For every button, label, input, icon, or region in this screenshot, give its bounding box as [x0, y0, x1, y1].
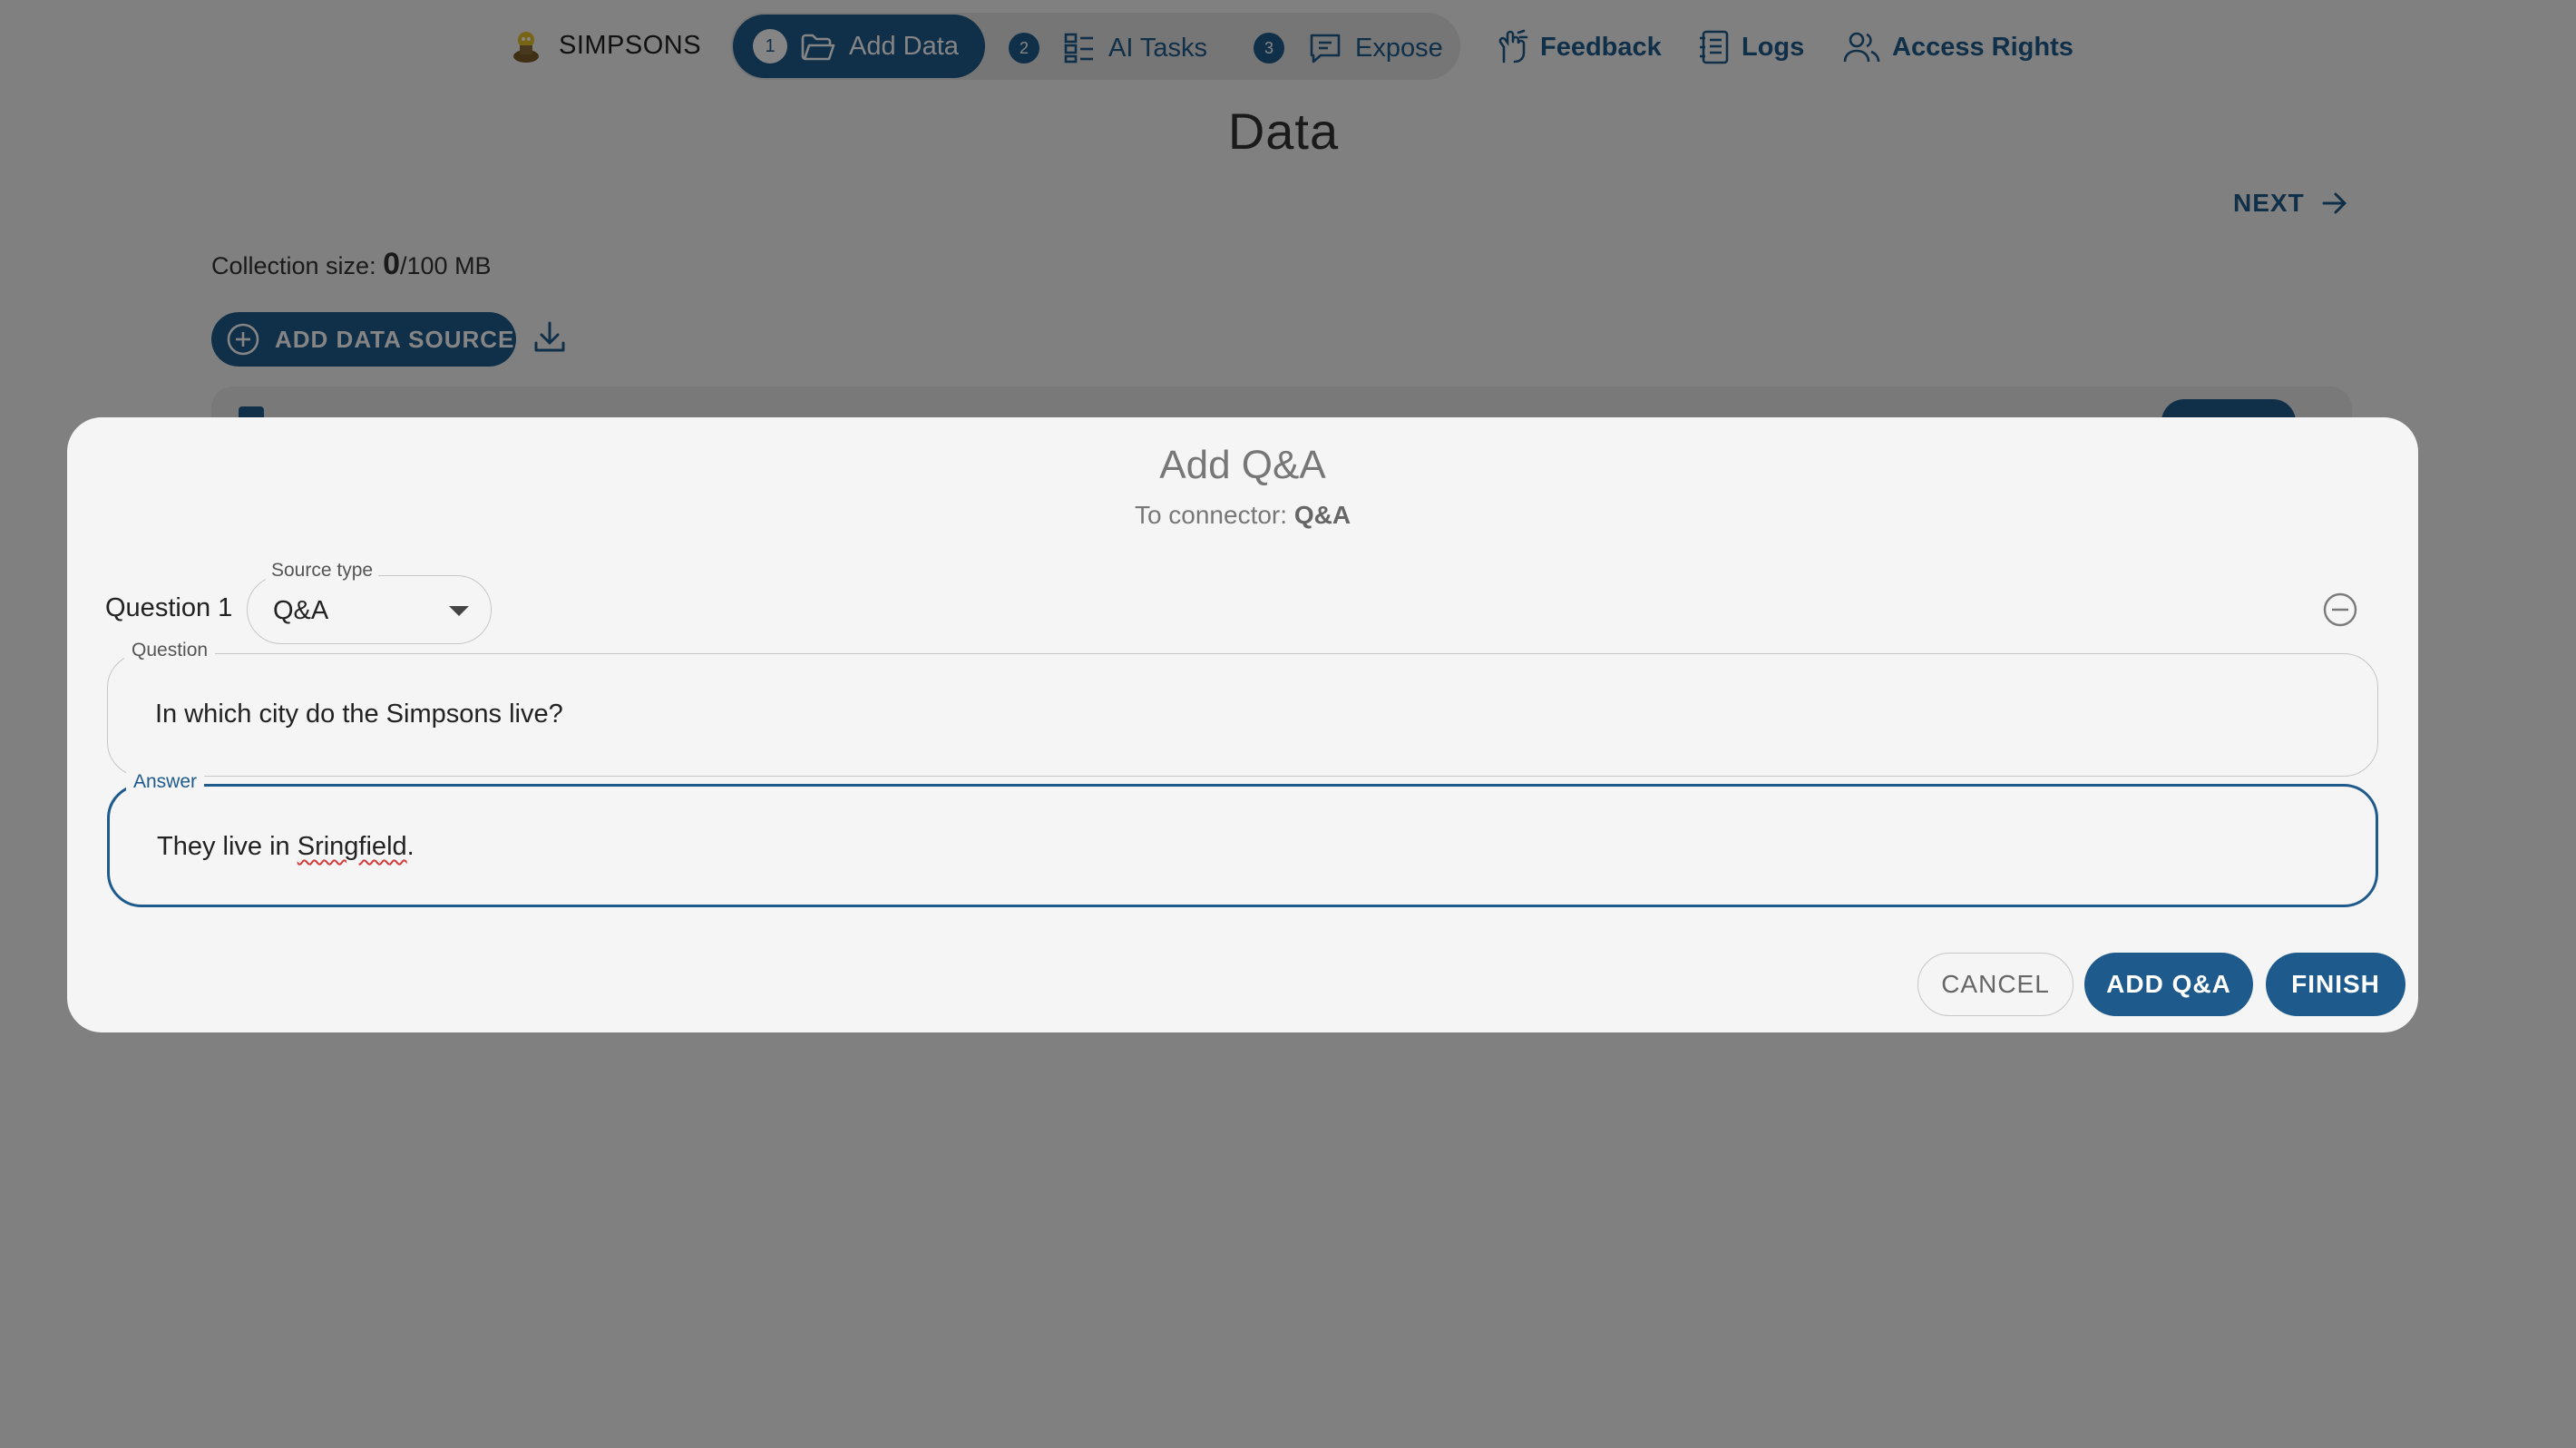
minus-circle-icon — [2323, 592, 2357, 627]
add-qa-button[interactable]: ADD Q&A — [2084, 953, 2253, 1016]
caret-down-icon — [449, 606, 469, 616]
answer-value: They live in Sringfield. — [157, 832, 415, 862]
dialog-title: Add Q&A — [1159, 443, 1326, 487]
spellcheck-word[interactable]: Sringfield — [298, 832, 407, 861]
dialog-subtitle: To connector: Q&A — [67, 501, 2418, 530]
answer-legend: Answer — [126, 771, 205, 793]
finish-button[interactable]: FINISH — [2266, 953, 2405, 1016]
source-type-value: Q&A — [273, 596, 329, 625]
question-field[interactable]: Question In which city do the Simpsons l… — [107, 640, 2378, 777]
remove-question-button[interactable] — [2322, 592, 2358, 628]
subtitle-prefix: To connector: — [1134, 501, 1288, 529]
connector-name: Q&A — [1293, 501, 1351, 529]
answer-field[interactable]: Answer They live in Sringfield. — [107, 771, 2378, 907]
question-number-label: Question 1 — [105, 593, 233, 622]
source-type-select[interactable]: Source type Q&A — [247, 560, 492, 644]
cancel-button[interactable]: CANCEL — [1917, 953, 2073, 1016]
answer-prefix: They live in — [157, 832, 298, 861]
question-value: In which city do the Simpsons live? — [155, 700, 563, 729]
question-legend: Question — [124, 640, 216, 661]
source-type-legend: Source type — [266, 560, 379, 582]
answer-suffix: . — [406, 832, 415, 861]
add-qa-dialog: Add Q&A To connector: Q&A Question 1 Sou… — [67, 417, 2418, 1032]
